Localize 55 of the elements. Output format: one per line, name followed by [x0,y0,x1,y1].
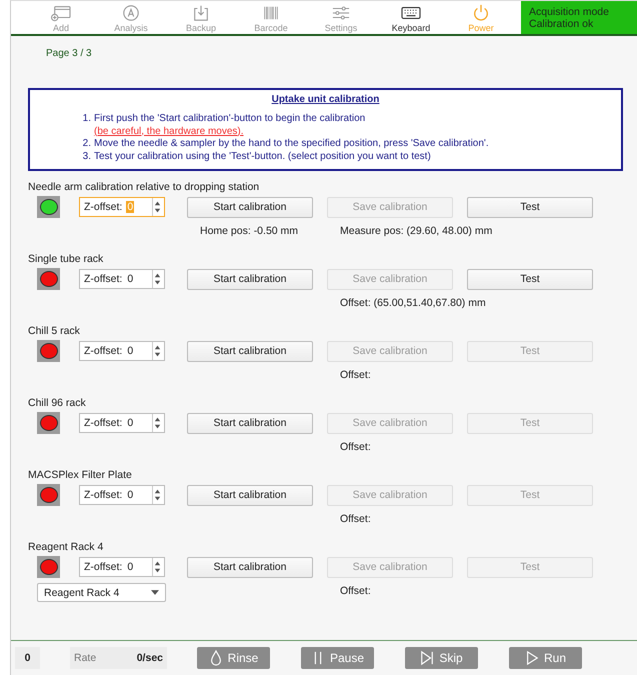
action-button[interactable]: Run [509,647,582,669]
toolbar-button[interactable]: Keyboard [376,1,446,34]
step-text: First push the 'Start calibration'-button to begin the calibration [94,113,366,126]
page-indicator: Page 3 / 3 [45,47,93,61]
position-text: Offset: (65.00,51.40,67.80) mm [340,297,486,309]
section-title: Reagent Rack 4 [28,541,104,553]
play-icon [524,649,539,667]
status-text: Calibration ok [529,18,594,30]
section-title: Chill 5 rack [28,325,81,337]
keyboard-icon [400,4,422,22]
section-title: Chill 96 rack [28,397,87,409]
settings-icon [330,4,352,22]
position-text: Measure pos: (29.60, 48.00) mm [340,225,492,237]
z-offset-spinbox[interactable]: Z-offset: 0 [79,197,165,217]
test-button[interactable]: Test [467,268,593,290]
position-text: Offset: [340,513,371,525]
z-offset-spinbox[interactable]: Z-offset: 0 [79,557,165,577]
test-button[interactable]: Test [467,196,593,218]
action-button[interactable]: Skip [405,647,478,669]
drop-icon [208,649,223,667]
step-number: 1. [82,113,91,126]
skip-icon [420,649,434,667]
toolbar-button[interactable]: Power [446,1,516,34]
start-calibration-button[interactable]: Start calibration [187,196,313,218]
start-calibration-button[interactable]: Start calibration [187,556,313,578]
z-offset-spinbox[interactable]: Z-offset: 0 [79,269,165,289]
start-calibration-button[interactable]: Start calibration [187,484,313,506]
step-number: 3. [82,150,91,163]
position-text: Offset: [340,585,371,597]
start-calibration-button[interactable]: Start calibration [187,268,313,290]
step-text: Test your calibration using the 'Test'-button. (select position you want to test) [94,150,431,163]
caret-icon [151,590,159,595]
action-button[interactable]: Pause [301,647,374,669]
instructions-title: Uptake unit calibration [270,94,380,105]
rack-dropdown[interactable]: Reagent Rack 4 [37,583,166,602]
rate-label: Rate [74,652,96,664]
position-text: Offset: [340,369,371,381]
rate-value: 0/sec [136,652,163,664]
action-button[interactable]: Rinse [197,647,270,669]
section-title: MACSPlex Filter Plate [28,469,133,481]
section-title: Needle arm calibration relative to dropping station [28,181,260,193]
section-title: Single tube rack [28,253,104,265]
status-text: Acquisition mode [529,6,610,18]
warning-text: (be careful, the hardware moves). [94,126,245,138]
start-calibration-button[interactable]: Start calibration [187,340,313,362]
start-calibration-button[interactable]: Start calibration [187,412,313,434]
window-icon [50,4,72,22]
count-display: 0 [15,647,40,669]
z-offset-spinbox[interactable]: Z-offset: 0 [79,341,165,361]
z-offset-spinbox[interactable]: Z-offset: 0 [79,485,165,505]
step-number: 2. [82,138,91,150]
position-text: Offset: [340,441,371,453]
home-position-text: Home pos: -0.50 mm [200,225,298,237]
step-text: Move the needle & sampler by the hand to the specified position, press 'Save calibration'. [94,138,489,150]
z-offset-spinbox[interactable]: Z-offset: 0 [79,413,165,433]
